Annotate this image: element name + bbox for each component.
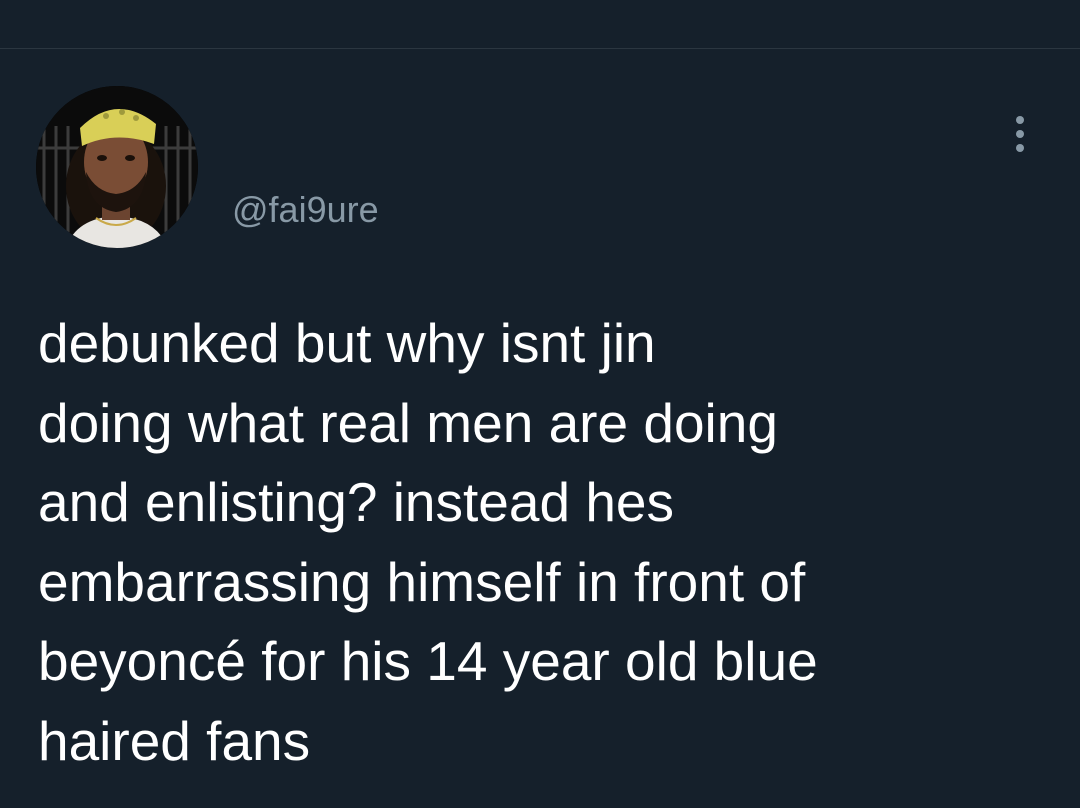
tweet-text-line: haired fans xyxy=(38,709,311,772)
tweet-text: debunked but why isnt jin doing what rea… xyxy=(38,304,1048,781)
tweet-text-line: doing what real men are doing xyxy=(38,391,778,454)
tweet-text-line: debunked but why isnt jin xyxy=(38,312,656,374)
tweet-text-line: embarrassing himself in front of xyxy=(38,550,806,613)
tweet-text-line: beyoncé for his 14 year old blue xyxy=(38,630,818,692)
tweet-text-line: and enlisting? instead hes xyxy=(38,471,675,533)
more-options-button[interactable] xyxy=(1004,110,1036,158)
more-vertical-icon xyxy=(1016,130,1024,138)
avatar-image xyxy=(36,86,198,248)
top-divider xyxy=(0,48,1080,49)
avatar[interactable] xyxy=(36,86,198,248)
username[interactable]: @fai9ure xyxy=(232,188,379,232)
more-vertical-icon xyxy=(1016,116,1024,124)
more-vertical-icon xyxy=(1016,144,1024,152)
